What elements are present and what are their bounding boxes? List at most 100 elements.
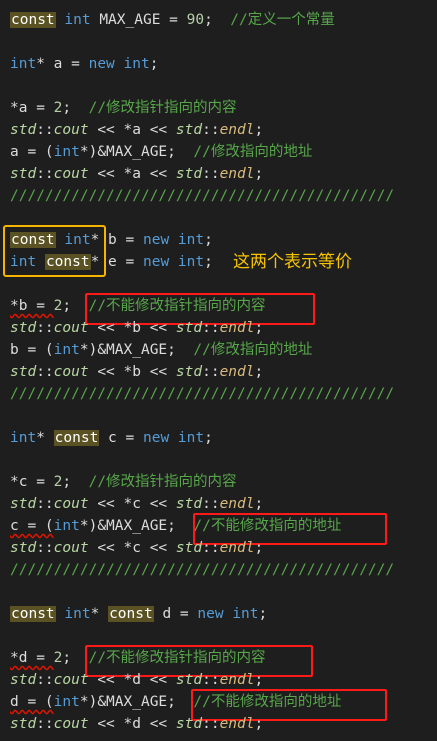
namespace-std: std (175, 540, 203, 556)
namespace-std: std (10, 540, 37, 556)
keyword-int: int (177, 232, 205, 248)
namespace-std: std (10, 320, 37, 336)
code-comment: //修改指向的地址 (193, 144, 313, 160)
namespace-std: std (175, 496, 203, 512)
code-text-error: *b = (10, 298, 54, 314)
keyword-int: int (53, 144, 80, 160)
namespace-std: std (10, 166, 37, 182)
comment-separator: ////////////////////////////////////////… (10, 562, 395, 578)
identifier-cout: cout (53, 122, 89, 138)
identifier-cout: cout (53, 540, 89, 556)
identifier-cout: cout (53, 364, 89, 380)
code-text: << *a << (88, 122, 176, 138)
code-line-decl-a: int* a = new int; (10, 53, 158, 75)
namespace-std: std (10, 122, 37, 138)
code-line-cout-a: std::cout << *a << std::endl; (10, 119, 263, 141)
namespace-std: std (10, 496, 37, 512)
namespace-std: std (10, 716, 37, 732)
code-text: *)&MAX_AGE; (79, 518, 194, 534)
code-line-assign-a: *a = 2; //修改指针指向的内容 (10, 97, 237, 119)
namespace-std: std (175, 166, 203, 182)
code-text: a = ( (10, 144, 54, 160)
code-text: *)&MAX_AGE; (79, 694, 194, 710)
code-line-cout-a-2: std::cout << *a << std::endl; (10, 163, 263, 185)
code-line-cout-c: std::cout << *c << std::endl; (10, 493, 263, 515)
code-text: << *c << (88, 540, 176, 556)
code-text: * (90, 606, 109, 622)
identifier-cout: cout (53, 320, 89, 336)
identifier-endl: endl (219, 540, 255, 556)
code-line-reassign-a: a = (int*)&MAX_AGE; //修改指向的地址 (10, 141, 312, 163)
code-text: ; (254, 672, 264, 688)
keyword-int: int (64, 12, 91, 28)
scope-operator: :: (202, 716, 220, 732)
keyword-int: int (53, 342, 80, 358)
namespace-std: std (10, 672, 37, 688)
annotation-equivalent: 这两个表示等价 (233, 252, 352, 272)
code-line-reassign-b: b = (int*)&MAX_AGE; //修改指向的地址 (10, 339, 312, 361)
keyword-int: int (177, 254, 205, 270)
code-line-max-age: const int MAX_AGE = 90; //定义一个常量 (10, 9, 335, 31)
code-text: ; (254, 122, 264, 138)
code-text: ; (254, 540, 264, 556)
namespace-std: std (10, 364, 37, 380)
code-text: ; (62, 474, 89, 490)
code-line-assign-c: *c = 2; //修改指针指向的内容 (10, 471, 237, 493)
identifier-cout: cout (53, 716, 89, 732)
keyword-new: new (88, 56, 115, 72)
highlight-box-equivalent (3, 225, 106, 277)
scope-operator: :: (202, 166, 220, 182)
keyword-int: int (10, 56, 37, 72)
identifier-endl: endl (219, 122, 255, 138)
code-text: d = (153, 606, 198, 622)
code-comment: //修改指向的地址 (193, 342, 313, 358)
code-text: ; (254, 320, 264, 336)
keyword-new: new (142, 254, 170, 270)
code-text: << *c << (88, 496, 176, 512)
code-text: ; (204, 232, 213, 248)
code-text: ; (204, 12, 231, 28)
namespace-std: std (175, 672, 203, 688)
keyword-int: int (53, 518, 80, 534)
code-comment: //定义一个常量 (230, 12, 335, 28)
keyword-int: int (177, 430, 205, 446)
identifier-endl: endl (219, 320, 255, 336)
code-text-error: d = ( (10, 694, 54, 710)
keyword-const: const (53, 430, 100, 446)
code-text: *a = (10, 100, 54, 116)
identifier-endl: endl (219, 672, 255, 688)
scope-operator: :: (202, 540, 220, 556)
keyword-new: new (142, 232, 170, 248)
code-text: << *d << (88, 672, 176, 688)
namespace-std: std (175, 122, 203, 138)
identifier-cout: cout (53, 166, 89, 182)
code-text: * (36, 430, 54, 446)
code-text: ; (204, 254, 213, 270)
namespace-std: std (175, 320, 203, 336)
scope-operator: :: (202, 122, 220, 138)
keyword-new: new (197, 606, 224, 622)
code-text-error: *d = (10, 650, 54, 666)
keyword-int: int (64, 606, 91, 622)
code-text: c = (99, 430, 143, 446)
code-line-cout-b: std::cout << *b << std::endl; (10, 317, 263, 339)
scope-operator: :: (36, 122, 54, 138)
keyword-int: int (10, 430, 37, 446)
scope-operator: :: (202, 496, 220, 512)
code-text: ; (204, 430, 213, 446)
code-text: << *a << (88, 166, 176, 182)
code-line-cout-b-2: std::cout << *b << std::endl; (10, 361, 263, 383)
code-text: *)&MAX_AGE; (79, 144, 194, 160)
keyword-const: const (10, 606, 56, 622)
code-line-cout-d-2: std::cout << *d << std::endl; (10, 713, 263, 735)
code-text: << *b << (88, 364, 176, 380)
code-text: ; (254, 166, 264, 182)
keyword-new: new (142, 430, 170, 446)
code-editor[interactable]: const int MAX_AGE = 90; //定义一个常量 int* a … (0, 0, 437, 741)
scope-operator: :: (36, 320, 54, 336)
code-text: ; (258, 606, 268, 622)
code-line-cout-c-2: std::cout << *c << std::endl; (10, 537, 263, 559)
identifier-cout: cout (53, 672, 89, 688)
code-line-decl-d: const int* const d = new int; (10, 603, 267, 625)
code-text: ; (254, 364, 264, 380)
